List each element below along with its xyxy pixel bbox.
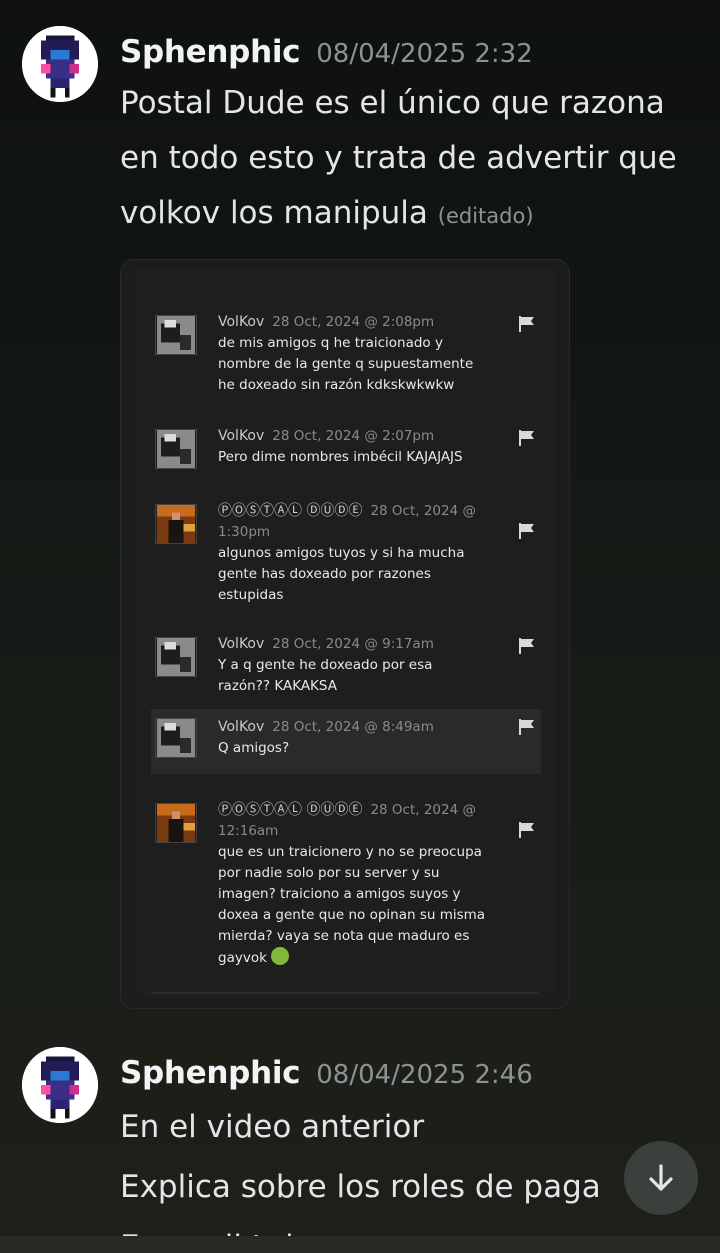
comment-author: VolKov: [218, 314, 265, 330]
comment-item: ⓅⓄⓈⓉⒶⓁ ⒹⓊⒹⒺ 28 Oct, 2024 @ 12:16am que es…: [135, 792, 557, 972]
comment-item: VolKov 28 Oct, 2024 @ 9:17am Y a q gente …: [135, 626, 557, 702]
comment-author: ⓅⓄⓈⓉⒶⓁ ⒹⓊⒹⒺ: [218, 802, 363, 818]
comment-body-line: doxea a gente que no opinan su misma: [218, 907, 486, 923]
username[interactable]: Sphenphic: [120, 34, 301, 70]
comment-author: ⓅⓄⓈⓉⒶⓁ ⒹⓊⒹⒺ: [218, 503, 363, 519]
comment-body-line: he doxeado sin razón kdkskwkwkw: [218, 377, 455, 393]
comment-date: 28 Oct, 2024 @ 2:07pm: [272, 428, 435, 444]
user-avatar[interactable]: [22, 1047, 98, 1123]
username[interactable]: Sphenphic: [120, 1055, 301, 1091]
arrow-down-icon: [649, 1164, 673, 1191]
flag-icon: [517, 521, 537, 541]
timestamp: 08/04/2025 2:46: [316, 1060, 533, 1090]
message: Sphenphic 08/04/2025 2:32 Postal Dude es…: [0, 0, 720, 260]
comment-item: ⓅⓄⓈⓉⒶⓁ ⒹⓊⒹⒺ 28 Oct, 2024 @ 1:30pm algunos…: [135, 493, 557, 603]
flag-icon: [517, 428, 537, 448]
comment-body-line: gente has doxeado por razones: [218, 566, 431, 582]
bottom-bar: [0, 1236, 720, 1253]
comment-avatar: [155, 504, 197, 544]
comment-body-line: gayvok: [218, 947, 528, 969]
comment-avatar: [155, 315, 197, 355]
comment-date: 28 Oct, 2024 @: [370, 802, 476, 818]
emoji-icon: [271, 947, 290, 965]
scroll-to-bottom-button[interactable]: [624, 1141, 698, 1215]
message-content: Postal Dude es el único que razona en to…: [120, 76, 710, 244]
comment-avatar: [155, 429, 197, 469]
image-attachment[interactable]: VolKov 28 Oct, 2024 @ 2:08pm de mis amigo…: [120, 259, 570, 1009]
comment-avatar: [155, 637, 197, 677]
comment-date-continued: 1:30pm: [218, 524, 271, 540]
comment-body-line: Y a q gente he doxeado por esa: [218, 657, 433, 673]
comment-author: VolKov: [218, 428, 265, 444]
comment-item: VolKov 28 Oct, 2024 @ 8:49am Q amigos?: [151, 709, 541, 774]
comment-date: 28 Oct, 2024 @ 8:49am: [272, 719, 434, 735]
message-line: en todo esto y trata de advertir que: [120, 140, 677, 176]
message: Sphenphic 08/04/2025 2:46 En el video an…: [0, 1040, 720, 1253]
message-line: Explica sobre los roles de paga: [120, 1169, 601, 1205]
comment-list: VolKov 28 Oct, 2024 @ 2:08pm de mis amigo…: [135, 268, 557, 998]
comment-item: VolKov 28 Oct, 2024 @ 2:08pm de mis amigo…: [135, 304, 557, 400]
comment-body-line: de mis amigos q he traicionado y: [218, 335, 443, 351]
comment-body-line: nombre de la gente q supuestamente: [218, 356, 474, 372]
comment-body-line: por nadie solo por su server y su: [218, 865, 440, 881]
comment-author: VolKov: [218, 636, 265, 652]
flag-icon: [517, 636, 537, 656]
comment-body-line: mierda? vaya se nota que maduro es: [218, 928, 470, 944]
user-avatar[interactable]: [22, 26, 98, 102]
comment-body-line: que es un traicionero y no se preocupa: [218, 844, 482, 860]
timestamp: 08/04/2025 2:32: [316, 39, 533, 69]
divider: [151, 992, 539, 994]
comment-item: VolKov 28 Oct, 2024 @ 2:07pm Pero dime no…: [135, 418, 557, 478]
message-line: En el video anterior: [120, 1109, 425, 1145]
comment-body-line: imagen? traiciono a amigos suyos y: [218, 886, 461, 902]
comment-date: 28 Oct, 2024 @ 9:17am: [272, 636, 434, 652]
message-line: volkov los manipula (editado): [120, 186, 710, 244]
comment-body-line: algunos amigos tuyos y si ha mucha: [218, 545, 465, 561]
comment-body-line: Q amigos?: [218, 740, 290, 756]
flag-icon: [517, 820, 537, 840]
comment-date: 28 Oct, 2024 @ 2:08pm: [272, 314, 435, 330]
comment-body-line: Pero dime nombres imbécil KAJAJAJS: [218, 449, 463, 465]
comment-body-text: gayvok: [218, 950, 267, 966]
comment-body-line: estupidas: [218, 587, 284, 603]
comment-avatar: [155, 718, 197, 758]
comment-avatar: [155, 803, 197, 843]
flag-icon: [517, 717, 537, 737]
comment-body-line: razón?? KAKAKSA: [218, 678, 337, 694]
comment-date: 28 Oct, 2024 @: [370, 503, 476, 519]
message-line: Postal Dude es el único que razona: [120, 85, 665, 121]
comment-author: VolKov: [218, 719, 265, 735]
message-line-text: volkov los manipula: [120, 195, 428, 231]
edited-label: (editado): [437, 204, 534, 228]
message-content: En el video anterior Explica sobre los r…: [120, 1097, 710, 1253]
flag-icon: [517, 314, 537, 334]
comment-date-continued: 12:16am: [218, 823, 279, 839]
